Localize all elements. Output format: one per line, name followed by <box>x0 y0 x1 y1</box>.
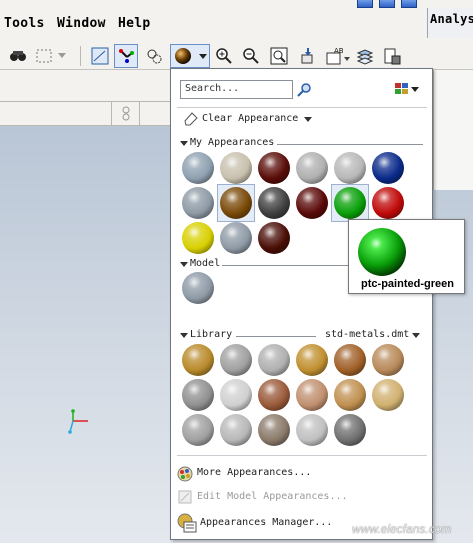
refit-icon[interactable] <box>267 44 291 68</box>
my-appearance-sphere[interactable] <box>258 222 290 254</box>
spin-center-icon[interactable] <box>114 44 138 68</box>
library-appearance-sphere[interactable] <box>220 344 252 376</box>
my-appearance-sphere[interactable] <box>258 152 290 184</box>
dropdown-arrow-icon[interactable] <box>56 44 68 68</box>
model-tree-toolbar <box>0 70 170 102</box>
library-appearance-sphere[interactable] <box>334 414 366 446</box>
menu-window[interactable]: Window <box>57 16 106 31</box>
right-panel <box>433 70 473 190</box>
my-appearance-sphere[interactable] <box>182 152 214 184</box>
watermark: www.elecfans.com <box>352 522 452 536</box>
select-box-icon[interactable] <box>32 44 56 68</box>
model-display-icon[interactable] <box>380 44 404 68</box>
library-appearance-sphere[interactable] <box>182 344 214 376</box>
library-appearance-sphere[interactable] <box>296 344 328 376</box>
hidden-lines-icon[interactable] <box>142 44 166 68</box>
coordinate-triad <box>66 407 96 437</box>
library-appearance-sphere[interactable] <box>334 379 366 411</box>
collapse-library-icon[interactable] <box>180 333 188 338</box>
toolbar: AB <box>0 42 473 70</box>
my-appearances-heading: My Appearances <box>190 137 275 148</box>
menubar: Tools Window Help Analys <box>0 0 473 42</box>
appearances-manager-menu-item[interactable]: Appearances Manager... <box>200 517 332 528</box>
library-appearance-sphere[interactable] <box>372 344 404 376</box>
menu-help[interactable]: Help <box>118 16 151 31</box>
library-appearance-sphere[interactable] <box>372 379 404 411</box>
search-icon[interactable] <box>296 82 312 101</box>
model-appearance-sphere[interactable] <box>182 272 214 304</box>
library-dropdown-icon[interactable] <box>412 333 420 338</box>
my-appearance-sphere[interactable] <box>334 152 366 184</box>
clear-appearance-button[interactable]: Clear Appearance <box>202 113 298 124</box>
appearance-tooltip: ptc-painted-green <box>348 219 465 294</box>
my-appearance-sphere[interactable] <box>334 187 366 219</box>
maximize-button[interactable] <box>379 0 395 8</box>
library-appearance-sphere[interactable] <box>220 379 252 411</box>
tooltip-label: ptc-painted-green <box>361 278 454 290</box>
saved-views-icon[interactable]: AB <box>324 44 352 68</box>
restore-button[interactable] <box>357 0 373 8</box>
my-appearance-sphere[interactable] <box>372 187 404 219</box>
menu-tools[interactable]: Tools <box>4 16 45 31</box>
binoculars-icon[interactable] <box>6 44 30 68</box>
library-appearance-sphere[interactable] <box>296 379 328 411</box>
my-appearance-sphere[interactable] <box>296 152 328 184</box>
my-appearance-sphere[interactable] <box>296 187 328 219</box>
model-heading: Model <box>190 258 221 269</box>
library-appearance-sphere[interactable] <box>334 344 366 376</box>
reorient-icon[interactable] <box>296 44 320 68</box>
appearance-sphere-icon[interactable] <box>170 44 210 68</box>
library-appearance-sphere[interactable] <box>182 414 214 446</box>
clear-appearance-dropdown-icon[interactable] <box>304 117 312 122</box>
collapse-model-icon[interactable] <box>180 262 188 267</box>
more-appearances-icon <box>177 466 193 485</box>
tooltip-sphere-preview <box>356 226 408 281</box>
more-appearances-menu-item[interactable]: More Appearances... <box>197 467 311 478</box>
settings-icon[interactable] <box>121 105 131 126</box>
appearances-manager-icon <box>177 513 197 536</box>
search-input[interactable]: Search... <box>180 80 293 99</box>
analysis-tab-label: Analys <box>430 12 473 26</box>
my-appearance-sphere[interactable] <box>220 187 252 219</box>
my-appearance-sphere[interactable] <box>220 222 252 254</box>
library-appearance-sphere[interactable] <box>258 344 290 376</box>
edit-model-appearances-icon <box>177 489 193 508</box>
close-button[interactable] <box>401 0 417 8</box>
my-appearance-sphere[interactable] <box>182 187 214 219</box>
my-appearance-sphere[interactable] <box>182 222 214 254</box>
svg-text:AB: AB <box>334 47 344 55</box>
analysis-tab[interactable]: Analys <box>427 8 473 38</box>
library-heading: Library <box>190 329 233 340</box>
my-appearance-sphere[interactable] <box>258 187 290 219</box>
model-tree-header <box>0 102 170 126</box>
zoom-out-icon[interactable] <box>239 44 263 68</box>
eraser-icon <box>183 110 199 129</box>
library-appearance-sphere[interactable] <box>182 379 214 411</box>
library-appearance-sphere[interactable] <box>258 379 290 411</box>
layers-icon[interactable] <box>353 44 377 68</box>
library-file-select[interactable]: std-metals.dmt <box>325 329 409 340</box>
collapse-my-appearances-icon[interactable] <box>180 141 188 146</box>
my-appearance-sphere[interactable] <box>372 152 404 184</box>
edit-model-appearances-menu-item[interactable]: Edit Model Appearances... <box>197 491 348 502</box>
library-appearance-sphere[interactable] <box>296 414 328 446</box>
my-appearance-sphere[interactable] <box>220 152 252 184</box>
appearance-gallery-popup: Search... Clear Appearance My Appearance… <box>170 68 433 540</box>
library-appearance-sphere[interactable] <box>220 414 252 446</box>
zoom-in-icon[interactable] <box>212 44 236 68</box>
library-appearance-sphere[interactable] <box>258 414 290 446</box>
datum-display-icon[interactable] <box>88 44 112 68</box>
view-options-icon[interactable] <box>394 82 420 99</box>
